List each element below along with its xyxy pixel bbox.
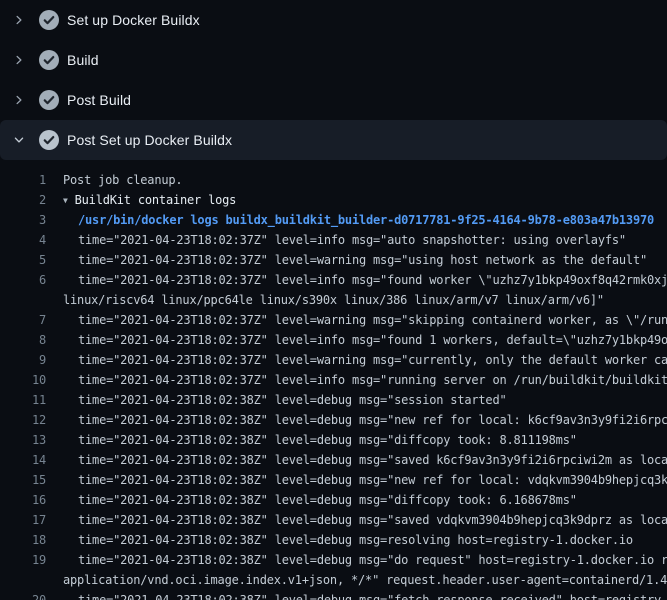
log-text: time="2021-04-23T18:02:37Z" level=info m… <box>46 370 667 390</box>
chevron-right-icon[interactable] <box>13 54 25 66</box>
step-label: Post Set up Docker Buildx <box>67 132 232 148</box>
log-group-title[interactable]: BuildKit container logs <box>75 193 237 207</box>
log-text: time="2021-04-23T18:02:38Z" level=debug … <box>46 590 667 600</box>
line-number-link[interactable]: 15 <box>0 470 46 490</box>
log-text: time="2021-04-23T18:02:37Z" level=info m… <box>46 230 626 250</box>
line-number-link[interactable]: 16 <box>0 490 46 510</box>
line-number-link <box>0 290 46 310</box>
log-command-text: /usr/bin/docker logs buildx_buildkit_bui… <box>46 210 654 230</box>
log-line: 16time="2021-04-23T18:02:38Z" level=debu… <box>0 490 667 510</box>
log-line: 11time="2021-04-23T18:02:38Z" level=debu… <box>0 390 667 410</box>
line-number-link[interactable]: 1 <box>0 170 46 190</box>
success-check-icon <box>39 90 59 110</box>
log-text: time="2021-04-23T18:02:38Z" level=debug … <box>46 430 577 450</box>
log-line: 6time="2021-04-23T18:02:37Z" level=info … <box>0 270 667 290</box>
log-text: application/vnd.oci.image.index.v1+json,… <box>46 570 667 590</box>
chevron-right-icon[interactable] <box>13 14 25 26</box>
log-text: time="2021-04-23T18:02:38Z" level=debug … <box>46 470 667 490</box>
log-text: time="2021-04-23T18:02:38Z" level=debug … <box>46 490 577 510</box>
log-line: 10time="2021-04-23T18:02:37Z" level=info… <box>0 370 667 390</box>
success-check-icon <box>39 50 59 70</box>
step-label: Build <box>67 52 99 68</box>
line-number-link[interactable]: 18 <box>0 530 46 550</box>
log-line-continuation: application/vnd.oci.image.index.v1+json,… <box>0 570 667 590</box>
line-number-link[interactable]: 6 <box>0 270 46 290</box>
log-text: time="2021-04-23T18:02:37Z" level=info m… <box>46 330 667 350</box>
line-number-link[interactable]: 4 <box>0 230 46 250</box>
log-text: Post job cleanup. <box>46 170 182 190</box>
step-row-set-up-docker-buildx[interactable]: Set up Docker Buildx <box>0 0 667 40</box>
line-number-link[interactable]: 12 <box>0 410 46 430</box>
workflow-log-viewer: Set up Docker Buildx Build Post Build Post … <box>0 0 667 600</box>
log-text: time="2021-04-23T18:02:37Z" level=warnin… <box>46 350 667 370</box>
chevron-down-icon[interactable] <box>13 134 25 146</box>
log-line: 20time="2021-04-23T18:02:38Z" level=debu… <box>0 590 667 600</box>
line-number-link[interactable]: 10 <box>0 370 46 390</box>
log-group-header[interactable]: ▼ BuildKit container logs <box>46 190 236 210</box>
success-check-icon <box>39 10 59 30</box>
log-line: 12time="2021-04-23T18:02:38Z" level=debu… <box>0 410 667 430</box>
step-label: Set up Docker Buildx <box>67 12 200 28</box>
line-number-link[interactable]: 13 <box>0 430 46 450</box>
success-check-icon <box>39 130 59 150</box>
line-number-link <box>0 570 46 590</box>
log-line: 1Post job cleanup. <box>0 170 667 190</box>
log-line: 13time="2021-04-23T18:02:38Z" level=debu… <box>0 430 667 450</box>
log-line: 5time="2021-04-23T18:02:37Z" level=warni… <box>0 250 667 270</box>
line-number-link[interactable]: 14 <box>0 450 46 470</box>
line-number-link[interactable]: 19 <box>0 550 46 570</box>
log-text: time="2021-04-23T18:02:38Z" level=debug … <box>46 530 633 550</box>
log-text: time="2021-04-23T18:02:38Z" level=debug … <box>46 510 667 530</box>
step-row-post-build[interactable]: Post Build <box>0 80 667 120</box>
log-line-continuation: linux/riscv64 linux/ppc64le linux/s390x … <box>0 290 667 310</box>
step-row-post-set-up-docker-buildx[interactable]: Post Set up Docker Buildx <box>0 120 667 160</box>
step-row-build[interactable]: Build <box>0 40 667 80</box>
line-number-link[interactable]: 5 <box>0 250 46 270</box>
log-line: 18time="2021-04-23T18:02:38Z" level=debu… <box>0 530 667 550</box>
log-line: 14time="2021-04-23T18:02:38Z" level=debu… <box>0 450 667 470</box>
chevron-right-icon[interactable] <box>13 94 25 106</box>
log-text: time="2021-04-23T18:02:37Z" level=info m… <box>46 270 667 290</box>
line-number-link[interactable]: 2 <box>0 190 46 210</box>
log-text: time="2021-04-23T18:02:38Z" level=debug … <box>46 550 667 570</box>
log-line: 7time="2021-04-23T18:02:37Z" level=warni… <box>0 310 667 330</box>
log-text: linux/riscv64 linux/ppc64le linux/s390x … <box>46 290 604 310</box>
log-text: time="2021-04-23T18:02:38Z" level=debug … <box>46 410 667 430</box>
log-area: 1Post job cleanup.2 ▼ BuildKit container l… <box>0 160 667 600</box>
log-group-toggle-icon[interactable]: ▼ <box>63 191 68 211</box>
log-line: 3/usr/bin/docker logs buildx_buildkit_bu… <box>0 210 667 230</box>
log-text: time="2021-04-23T18:02:37Z" level=warnin… <box>46 250 647 270</box>
steps-list: Set up Docker Buildx Build Post Build Post … <box>0 0 667 160</box>
step-label: Post Build <box>67 92 131 108</box>
line-number-link[interactable]: 7 <box>0 310 46 330</box>
log-text: time="2021-04-23T18:02:37Z" level=warnin… <box>46 310 667 330</box>
log-line: 2 ▼ BuildKit container logs <box>0 190 667 210</box>
line-number-link[interactable]: 8 <box>0 330 46 350</box>
line-number-link[interactable]: 17 <box>0 510 46 530</box>
log-line: 15time="2021-04-23T18:02:38Z" level=debu… <box>0 470 667 490</box>
log-line: 4time="2021-04-23T18:02:37Z" level=info … <box>0 230 667 250</box>
log-line: 8time="2021-04-23T18:02:37Z" level=info … <box>0 330 667 350</box>
log-text: time="2021-04-23T18:02:38Z" level=debug … <box>46 390 507 410</box>
line-number-link[interactable]: 9 <box>0 350 46 370</box>
log-line: 19time="2021-04-23T18:02:38Z" level=debu… <box>0 550 667 570</box>
log-line: 9time="2021-04-23T18:02:37Z" level=warni… <box>0 350 667 370</box>
line-number-link[interactable]: 20 <box>0 590 46 600</box>
line-number-link[interactable]: 3 <box>0 210 46 230</box>
log-text: time="2021-04-23T18:02:38Z" level=debug … <box>46 450 667 470</box>
log-line: 17time="2021-04-23T18:02:38Z" level=debu… <box>0 510 667 530</box>
line-number-link[interactable]: 11 <box>0 390 46 410</box>
